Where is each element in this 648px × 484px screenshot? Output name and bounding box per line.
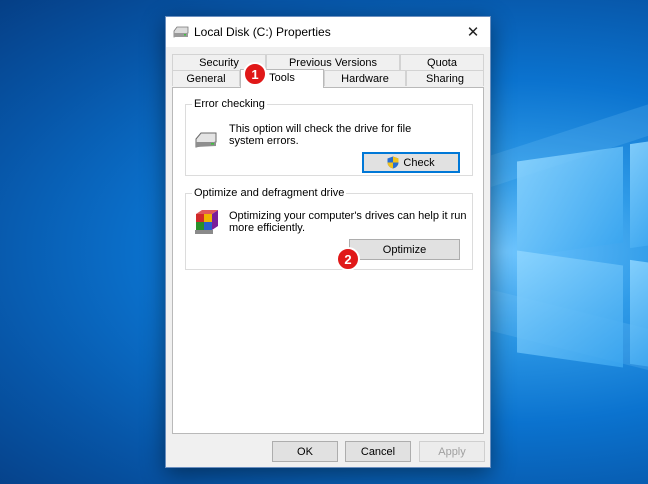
windows-logo-pane: [517, 250, 623, 368]
window-title: Local Disk (C:) Properties: [194, 25, 331, 39]
optimize-heading: Optimize and defragment drive: [192, 187, 347, 199]
tab-general[interactable]: General: [172, 70, 240, 86]
drive-icon: [173, 26, 189, 38]
error-checking-group: Error checking This option will check th…: [185, 98, 473, 176]
error-checking-desc-2: system errors.: [229, 135, 299, 147]
error-checking-desc-1: This option will check the drive for fil…: [229, 123, 412, 135]
step-badge-1: 1: [243, 62, 267, 86]
tab-quota[interactable]: Quota: [400, 54, 484, 70]
windows-logo-pane: [517, 146, 623, 258]
ok-button[interactable]: OK: [272, 441, 338, 462]
close-icon: ✕: [466, 24, 480, 41]
apply-button[interactable]: Apply: [419, 441, 485, 462]
optimize-desc-1: Optimizing your computer's drives can he…: [229, 210, 467, 222]
defragment-icon: [195, 210, 218, 234]
tab-previous-versions[interactable]: Previous Versions: [266, 54, 400, 70]
cancel-button[interactable]: Cancel: [345, 441, 411, 462]
properties-dialog: Local Disk (C:) Properties ✕ Security Pr…: [165, 16, 491, 468]
tab-hardware[interactable]: Hardware: [324, 70, 406, 86]
tools-panel: Error checking This option will check th…: [172, 87, 484, 434]
uac-shield-icon: [387, 156, 399, 169]
optimize-group: Optimize and defragment drive Optimizing…: [185, 187, 473, 270]
optimize-button[interactable]: Optimize: [349, 239, 460, 260]
optimize-desc-2: more efficiently.: [229, 222, 306, 234]
tab-sharing[interactable]: Sharing: [406, 70, 484, 86]
title-bar[interactable]: Local Disk (C:) Properties ✕: [166, 17, 490, 47]
windows-logo-pane: [630, 259, 648, 369]
error-checking-heading: Error checking: [192, 98, 267, 110]
windows-logo-pane: [630, 139, 648, 249]
hard-drive-icon: [195, 132, 217, 148]
step-badge-2: 2: [336, 247, 360, 271]
close-button[interactable]: ✕: [456, 17, 490, 47]
check-button[interactable]: Check: [362, 152, 460, 173]
